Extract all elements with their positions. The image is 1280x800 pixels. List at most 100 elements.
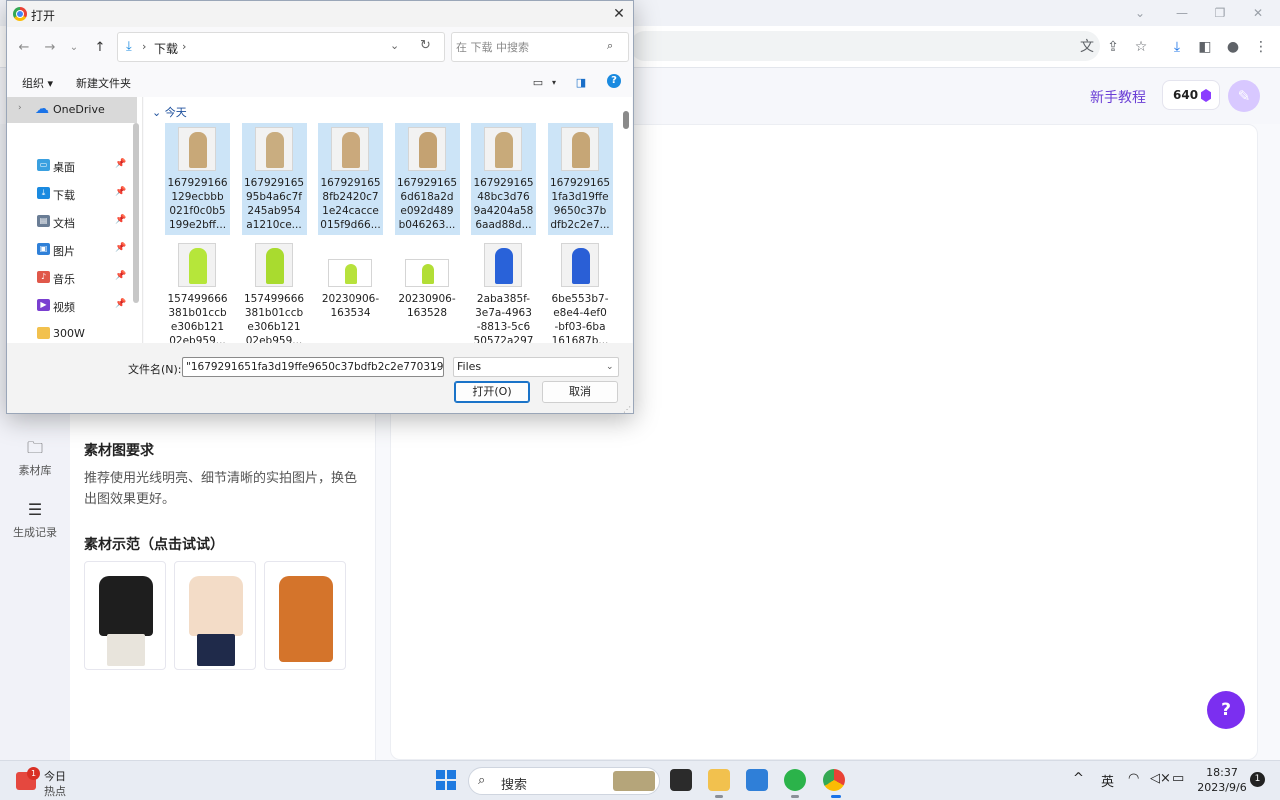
system-clock[interactable]: 18:37 2023/9/6	[1197, 765, 1247, 795]
wifi-icon[interactable]: ◠	[1128, 771, 1139, 786]
file-tile[interactable]: 167929165 48bc3d76 9a4204a58 6aad88d...	[471, 123, 536, 235]
nav-item[interactable]: ▤ 文档 📌	[7, 209, 137, 235]
forward-arrow-icon[interactable]: →	[41, 39, 59, 57]
file-tile[interactable]: 6be553b7- e8e4-4ef0 -bf03-6ba 161687b...	[548, 239, 613, 343]
app-active-indicator	[831, 795, 841, 798]
file-tile[interactable]: 157499666 381b01ccb e306b121 02eb959...	[165, 239, 230, 343]
chevron-down-icon[interactable]: ⌄	[390, 39, 399, 52]
download-icon[interactable]: ⤓	[1168, 38, 1186, 56]
star-icon[interactable]: ☆	[1132, 38, 1150, 56]
credits-balance[interactable]: 640	[1162, 80, 1220, 110]
filetype-select[interactable]: Files ⌄	[453, 357, 619, 377]
expand-chevron-icon[interactable]: ›	[18, 103, 22, 113]
notification-badge[interactable]: 1	[1250, 772, 1265, 787]
demo-image-1[interactable]	[84, 561, 166, 670]
file-name-line: -bf03-6ba	[554, 321, 606, 333]
file-name-line: 02eb959...	[245, 335, 303, 343]
nav-item[interactable]: ⤓ 下载 📌	[7, 181, 137, 207]
tutorial-link[interactable]: 新手教程	[1090, 87, 1146, 107]
translate-icon[interactable]: 文	[1078, 38, 1096, 56]
pants-shape	[107, 634, 145, 666]
share-icon[interactable]: ⇪	[1104, 38, 1122, 56]
wechat-icon[interactable]	[784, 769, 806, 791]
file-tile[interactable]: 167929166 129ecbbb 021f0c0b5 199e2bff...	[165, 123, 230, 235]
minimize-icon[interactable]: —	[1172, 4, 1192, 22]
refresh-icon[interactable]: ↻	[420, 38, 431, 53]
file-thumbnail	[560, 127, 599, 171]
address-breadcrumb[interactable]: ⤓ › 下载 › ⌄ ↻	[117, 32, 445, 62]
recent-chevron-icon[interactable]: ⌄	[65, 39, 83, 57]
thumbnail-figure	[189, 132, 207, 168]
chevron-down-icon[interactable]: ▾	[545, 74, 563, 92]
group-header-today[interactable]: ⌄ 今天	[152, 104, 187, 120]
file-name-line: 381b01ccb	[168, 307, 227, 319]
breadcrumb-folder[interactable]: 下载	[154, 40, 178, 57]
filename-input[interactable]: "1679291651fa3d19ffe9650c37bdfb2c2e77031…	[182, 357, 444, 377]
chevron-down-icon[interactable]: ⌄	[1130, 4, 1150, 22]
download-icon: ⤓	[37, 187, 50, 199]
address-bar[interactable]	[630, 31, 1100, 61]
file-thumbnail	[178, 127, 216, 171]
nav-item[interactable]: 300W	[7, 321, 137, 343]
help-button[interactable]: ?	[1207, 691, 1245, 729]
close-icon[interactable]: ✕	[1248, 4, 1268, 22]
new-folder-button[interactable]: 新建文件夹	[76, 75, 131, 91]
start-button[interactable]	[436, 770, 456, 790]
nav-item[interactable]: › ☁ OneDrive	[7, 97, 137, 123]
taskbar: 1 今日 热点 ⌕ 搜索 ^ 英 ◠ ◁× ▭ 18:37 2023/9/6 1	[0, 760, 1280, 800]
widgets-line1: 今日	[44, 770, 66, 783]
chrome-icon[interactable]	[823, 769, 845, 791]
mail-app-icon[interactable]	[746, 769, 768, 791]
volume-muted-icon[interactable]: ◁×	[1150, 771, 1171, 786]
nav-item-label: 文档	[53, 217, 75, 230]
open-button[interactable]: 打开(O)	[454, 381, 530, 403]
file-name-line: 157499666	[243, 293, 305, 305]
menu-icon[interactable]: ⋮	[1252, 38, 1270, 56]
show-hidden-icons-icon[interactable]: ^	[1073, 771, 1084, 786]
nav-item[interactable]: ♪ 音乐 📌	[7, 265, 137, 291]
file-tile[interactable]: 167929165 95b4a6c7f 245ab954 a1210ce...	[241, 123, 307, 235]
chevron-down-icon[interactable]: ⌄	[431, 362, 439, 372]
folder-search-input[interactable]	[456, 38, 601, 56]
rail-item-history[interactable]: ☰ 生成记录	[0, 500, 70, 540]
nav-item[interactable]: ▶ 视频 📌	[7, 293, 137, 319]
chevron-down-icon: ⌄	[606, 362, 614, 372]
file-name-line: 167929166	[167, 177, 228, 189]
rail-item-library[interactable]: 🗀 素材库	[0, 438, 70, 478]
nav-item[interactable]: ▭ 桌面 📌	[7, 153, 137, 179]
rail-label: 素材库	[18, 464, 52, 477]
nav-item[interactable]: ▣ 图片 📌	[7, 237, 137, 263]
profile-icon[interactable]: ●	[1224, 38, 1242, 56]
file-tile[interactable]: 2aba385f- 3e7a-4963 -8813-5c6 50572a297	[471, 239, 536, 343]
up-arrow-icon[interactable]: ↑	[91, 39, 109, 57]
breadcrumb-separator: ›	[142, 40, 147, 53]
input-method-indicator[interactable]: 英	[1101, 771, 1114, 790]
close-icon[interactable]: ✕	[609, 4, 629, 24]
file-tile[interactable]: 20230906- 163534	[318, 239, 383, 343]
demo-image-3[interactable]	[264, 561, 346, 670]
file-tile[interactable]: 157499666 381b01ccb e306b121 02eb959...	[242, 239, 307, 343]
widgets-button[interactable]: 1 今日 热点	[16, 766, 76, 798]
resize-grip-icon[interactable]: ⋰	[623, 405, 631, 414]
file-tile[interactable]: 167929165 1fa3d19ffe 9650c37b dfb2c2e7...	[547, 123, 613, 235]
file-explorer-icon[interactable]	[708, 769, 730, 791]
cancel-button[interactable]: 取消	[542, 381, 618, 403]
organize-menu[interactable]: 组织 ▾	[22, 75, 53, 91]
thumbnail-figure	[571, 248, 590, 284]
nav-scrollbar[interactable]	[133, 123, 139, 303]
file-list-scrollbar[interactable]	[623, 111, 629, 129]
help-icon[interactable]: ?	[607, 74, 621, 88]
preview-pane-icon[interactable]: ◨	[572, 74, 590, 92]
demo-image-2[interactable]	[174, 561, 256, 670]
task-view-icon[interactable]	[670, 769, 692, 791]
restore-icon[interactable]: ❐	[1210, 4, 1230, 22]
file-tile[interactable]: 167929165 6d618a2d e092d489 b046263...	[394, 123, 460, 235]
side-panel-icon[interactable]: ◧	[1196, 38, 1214, 56]
requirements-text: 推荐使用光线明亮、细节清晰的实拍图片，换色出图效果更好。	[84, 471, 358, 507]
taskbar-search[interactable]: ⌕ 搜索	[468, 767, 660, 795]
file-tile[interactable]: 20230906- 163528	[395, 239, 460, 343]
avatar[interactable]: ✎	[1228, 80, 1260, 112]
file-tile[interactable]: 167929165 8fb2420c7 1e24cacce 015f9d66...	[318, 123, 383, 235]
battery-icon[interactable]: ▭	[1172, 771, 1184, 786]
back-arrow-icon[interactable]: ←	[15, 39, 33, 57]
